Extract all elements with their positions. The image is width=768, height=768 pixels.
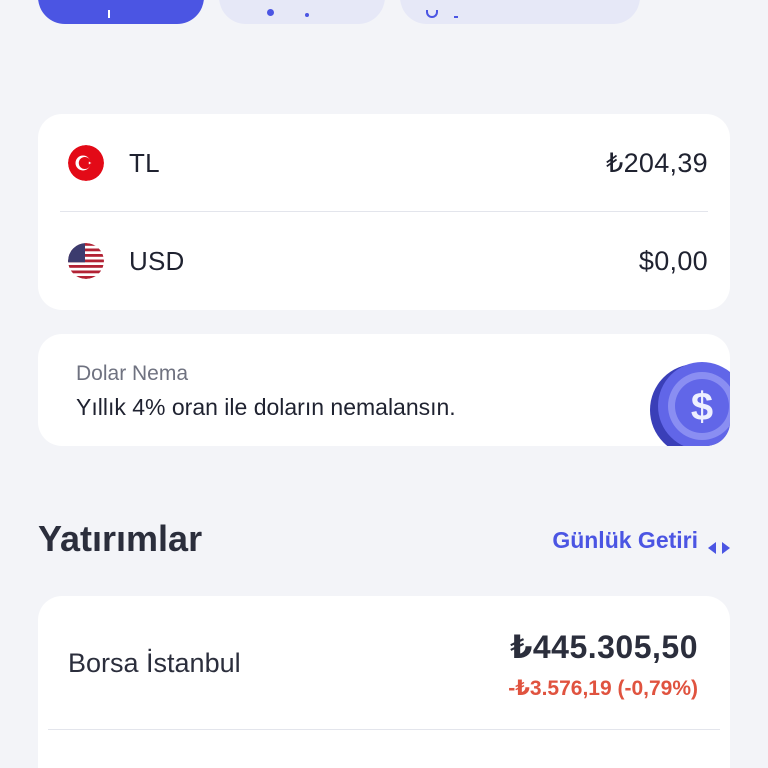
pill-icon [108,10,122,18]
daily-return-label: Günlük Getiri [552,527,698,553]
balance-amount: $0,00 [638,245,708,276]
daily-return-toggle[interactable]: Günlük Getiri [552,527,730,554]
action-pill-tertiary[interactable] [400,0,640,24]
currency-name: USD [129,245,185,276]
promo-title: Dolar Nema [76,362,189,385]
pill-icon [426,10,458,18]
action-pill-secondary[interactable] [219,0,385,24]
pill-icon [267,8,309,18]
svg-text:$: $ [691,385,713,429]
action-pill-primary[interactable] [38,0,204,24]
divider [48,729,720,730]
investment-value: ₺445.305,50 [510,629,698,665]
investments-card: Borsa İstanbul ₺445.305,50 -₺3.576,19 (-… [38,596,730,768]
balance-row-tl[interactable]: TL ₺204,39 [38,114,730,212]
investment-name: Borsa İstanbul [68,648,241,678]
left-right-arrows-icon [708,534,730,554]
investment-daily-change: -₺3.576,19 (-0,79%) [508,677,698,700]
promo-text: Yıllık 4% oran ile doların nemalansın. [76,394,456,420]
turkey-flag-icon [68,145,104,181]
usa-flag-icon [68,243,104,279]
balance-amount: ₺204,39 [606,147,708,178]
balance-row-usd[interactable]: USD $0,00 [38,212,730,310]
balances-card: TL ₺204,39 USD $0,00 [38,114,730,310]
investments-title: Yatırımlar [38,518,203,559]
currency-name: TL [129,147,160,178]
dollar-coin-icon: $ [638,356,730,446]
dollar-nema-card[interactable]: Dolar Nema Yıllık 4% oran ile doların ne… [38,334,730,446]
wallet-screen: TL ₺204,39 USD $0,00 Dolar Nema Yıllık 4… [0,0,768,768]
